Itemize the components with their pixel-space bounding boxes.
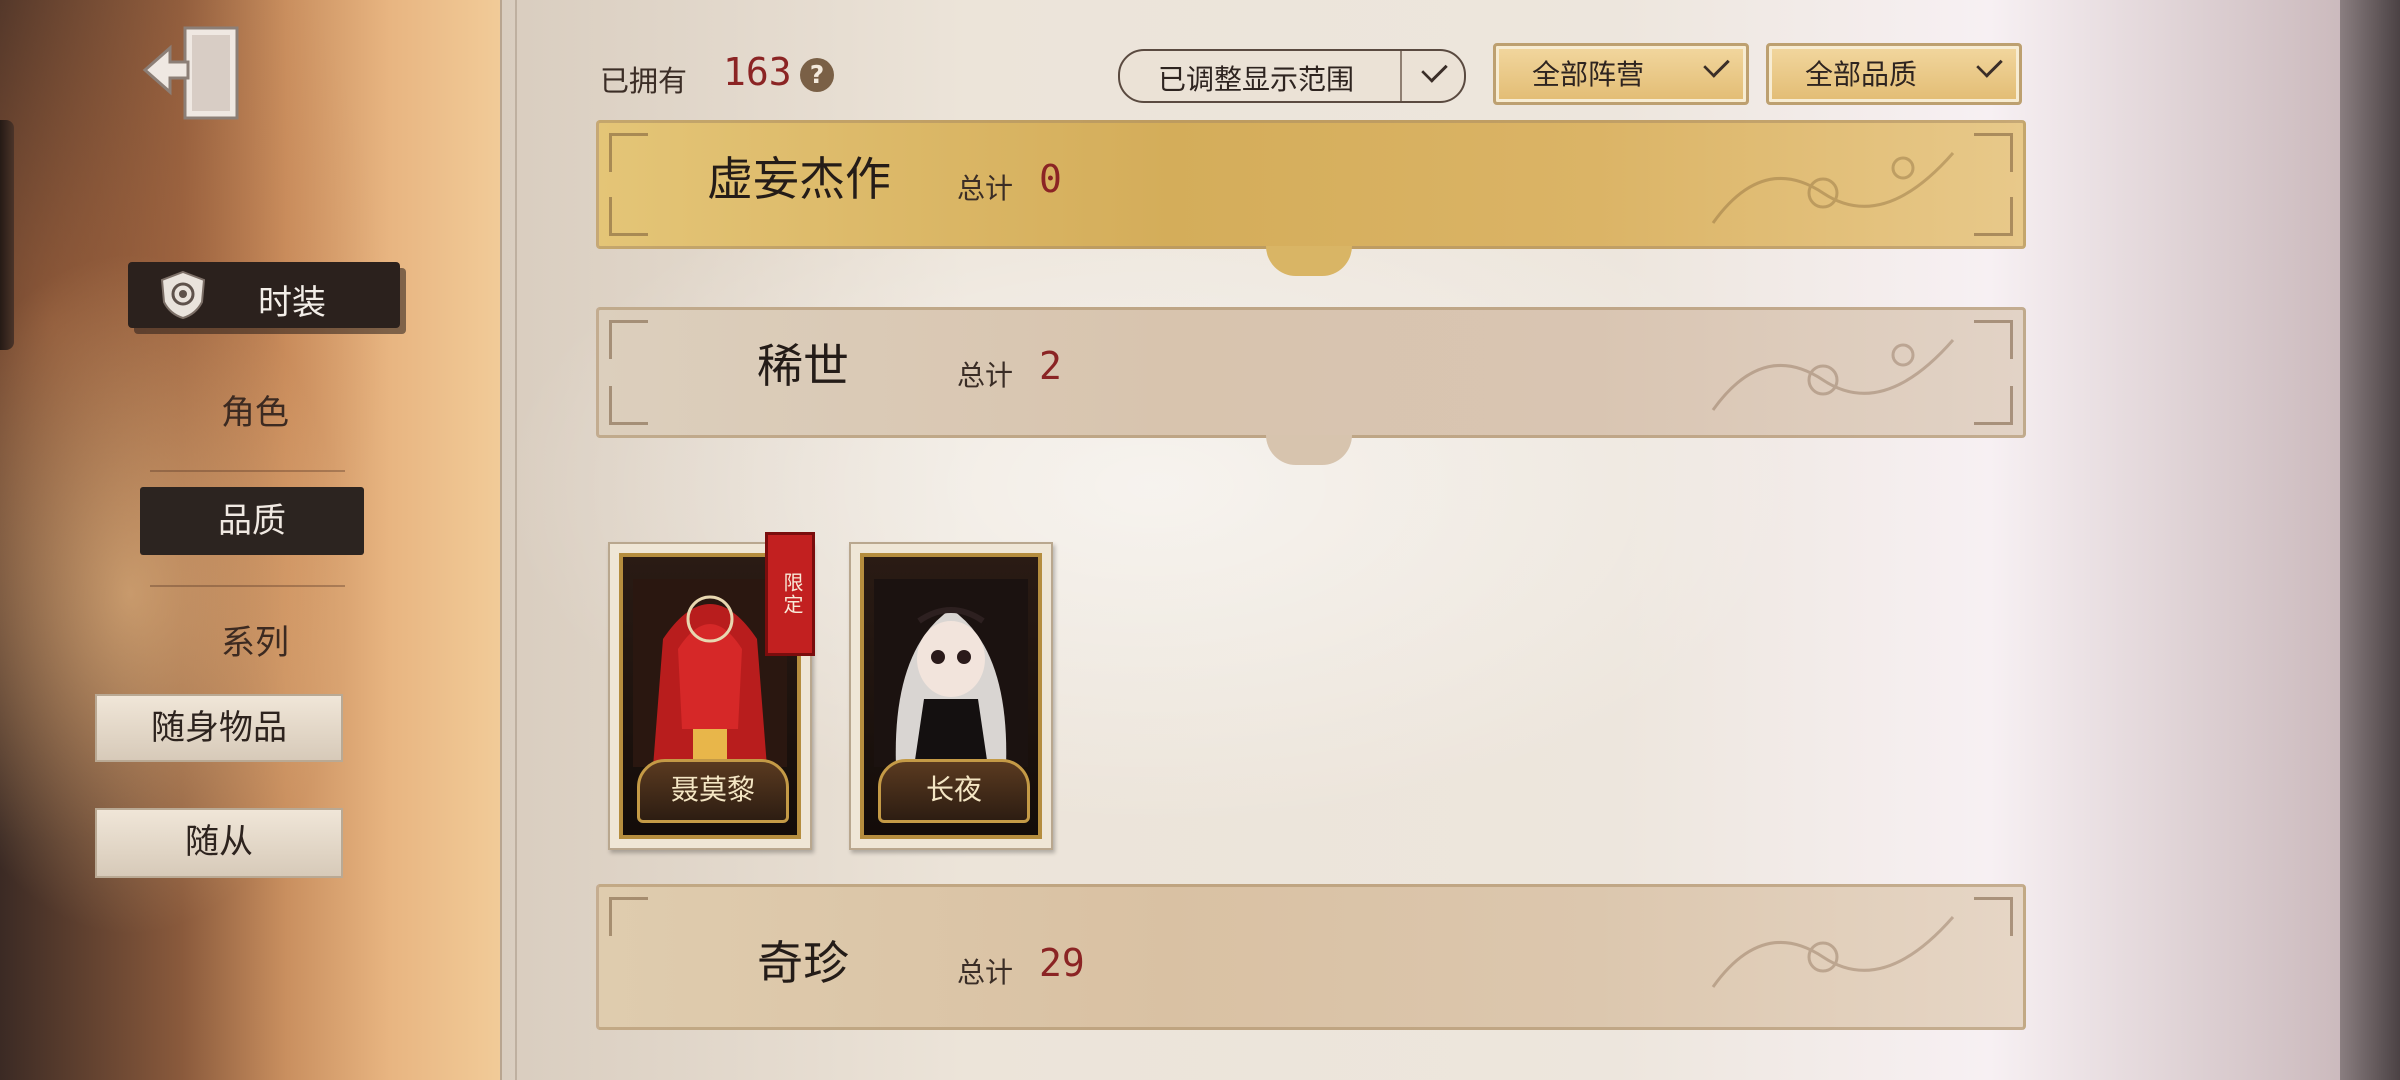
- total-label: 总计: [957, 956, 1014, 989]
- question-icon[interactable]: ?: [800, 58, 834, 92]
- exit-door-icon[interactable]: [140, 20, 250, 125]
- bride-portrait-icon: [633, 579, 787, 767]
- owned-label: 已拥有: [600, 64, 688, 98]
- tab-costume-label: 时装: [258, 283, 326, 323]
- tab-role[interactable]: 角色: [175, 385, 335, 435]
- quality-filter-dropdown[interactable]: 全部品质: [1766, 43, 2022, 105]
- gothic-portrait-icon: [874, 579, 1028, 767]
- tab-series[interactable]: 系列: [175, 615, 335, 665]
- divider: [150, 470, 345, 472]
- quality-filter-label: 全部品质: [1805, 58, 1918, 91]
- tab-quality[interactable]: 品质: [140, 487, 364, 555]
- section-title: 奇珍: [757, 936, 849, 990]
- owned-count: 163: [723, 50, 792, 94]
- section-header-treasure[interactable]: 奇珍 总计 29: [596, 884, 2026, 1030]
- shield-icon: [158, 270, 208, 320]
- card-name: 长夜: [878, 759, 1030, 823]
- section-header-masterpiece[interactable]: 虚妄杰作 总计 0: [596, 120, 2026, 276]
- section-header-rare[interactable]: 稀世 总计 2: [596, 307, 2026, 465]
- sidebar: 时装 角色 品质 系列 随身物品 随从: [0, 0, 520, 1080]
- chevron-down-icon: [1400, 51, 1464, 101]
- tab-accessory[interactable]: 随身物品: [95, 694, 343, 762]
- chevron-down-icon: [1684, 46, 1746, 96]
- divider: [150, 585, 345, 587]
- chevron-down-icon: [1957, 46, 2019, 96]
- range-filter-dropdown[interactable]: 已调整显示范围: [1118, 49, 1466, 103]
- total-count: 2: [1039, 344, 1062, 388]
- costume-card[interactable]: 聂莫黎 限定: [608, 532, 815, 850]
- floral-ornament-icon: [1711, 916, 1955, 988]
- costume-card[interactable]: 长夜: [849, 542, 1053, 850]
- floral-ornament-icon: [1711, 152, 1955, 224]
- card-name: 聂莫黎: [637, 759, 789, 823]
- section-title: 虚妄杰作: [707, 152, 891, 206]
- total-count: 0: [1039, 157, 1062, 201]
- camp-filter-label: 全部阵营: [1532, 58, 1645, 91]
- section-title: 稀世: [757, 339, 849, 393]
- tab-costume[interactable]: 时装: [128, 262, 400, 328]
- panel-border: [515, 0, 517, 1080]
- limited-badge: 限定: [765, 532, 815, 656]
- right-shadow: [2340, 0, 2400, 1080]
- floral-ornament-icon: [1711, 339, 1955, 411]
- card-frame: 长夜: [860, 553, 1042, 839]
- total-label: 总计: [957, 172, 1014, 205]
- camp-filter-dropdown[interactable]: 全部阵营: [1493, 43, 1749, 105]
- total-count: 29: [1039, 941, 1085, 985]
- range-filter-label: 已调整显示范围: [1158, 63, 1355, 96]
- sidebar-edge-handle[interactable]: [0, 120, 14, 350]
- tab-follower[interactable]: 随从: [95, 808, 343, 878]
- total-label: 总计: [957, 359, 1014, 392]
